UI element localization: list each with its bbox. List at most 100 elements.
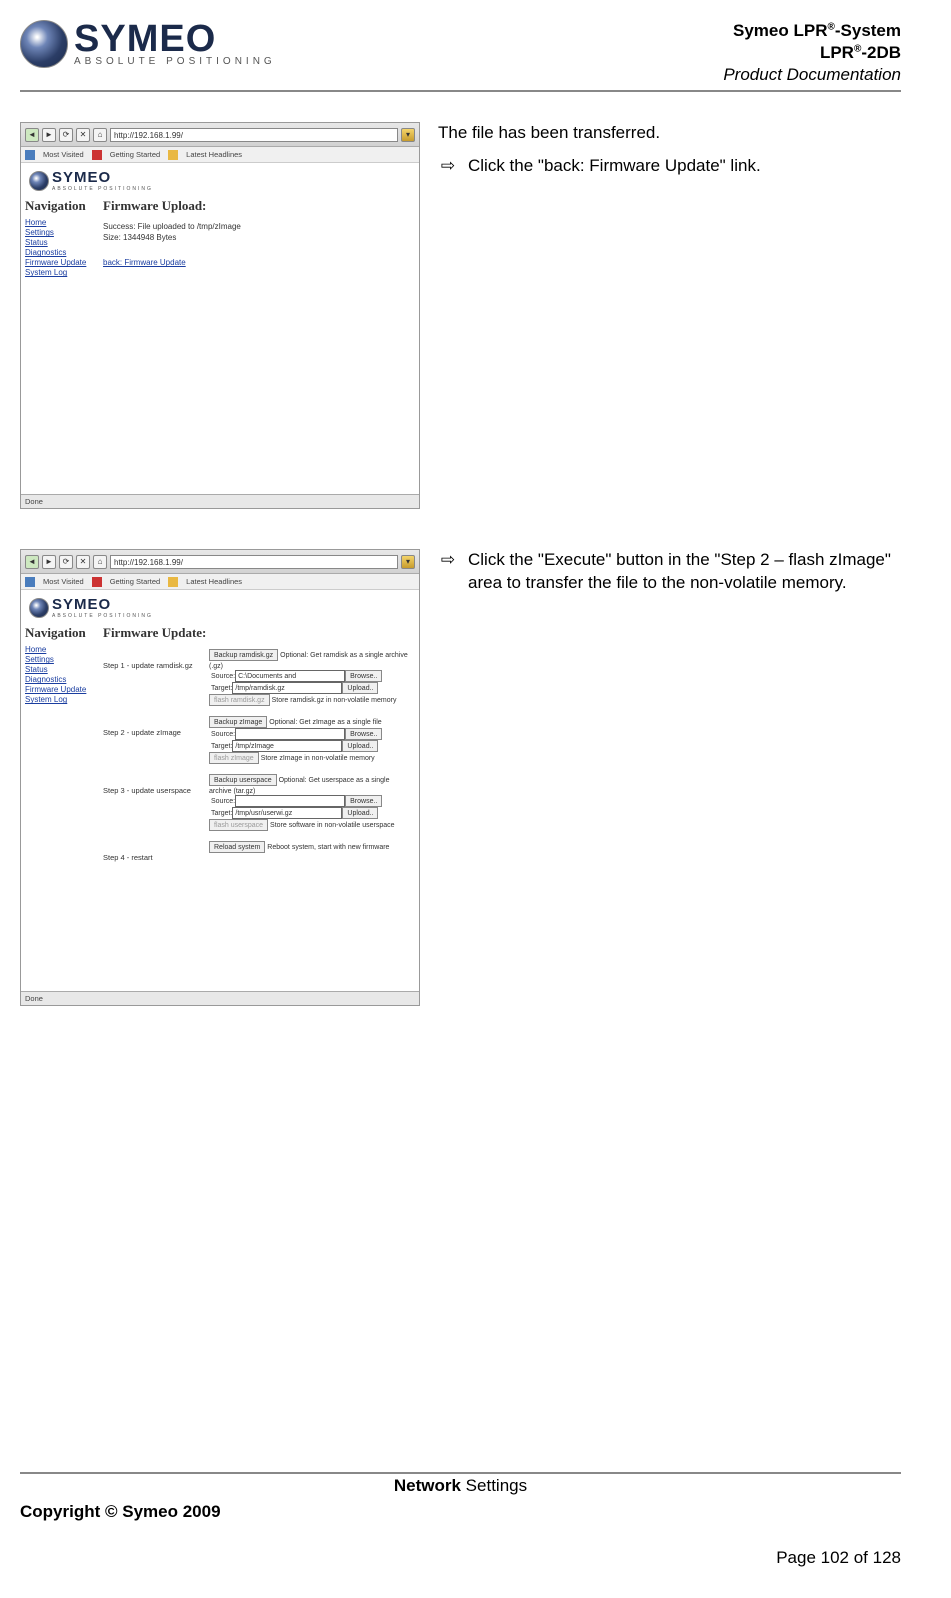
bookmark-icon [168,577,178,587]
source-input[interactable] [235,728,345,740]
bookmark-icon [92,150,102,160]
src-label: Source: [211,731,235,738]
back-link[interactable]: back: Firmware Update [103,258,186,267]
nav-settings[interactable]: Settings [25,228,93,237]
upload-button[interactable]: Upload.. [342,740,378,752]
bm-most[interactable]: Most Visited [43,577,84,586]
site-logo-bar: SYMEO ABSOLUTE POSITIONING [21,163,419,194]
upload-success-msg: Success: File uploaded to /tmp/zImage [103,222,413,231]
bookmark-icon [92,577,102,587]
nav-home[interactable]: Home [25,645,93,654]
footer-section-rest: Settings [461,1476,527,1495]
main-panel: Firmware Update: Step 1 - update ramdisk… [97,621,419,991]
tgt-label: Target: [211,743,232,750]
main-panel: Firmware Upload: Success: File uploaded … [97,194,419,494]
step-label: Step 4 - restart [103,841,203,862]
flash-ramdisk-button[interactable]: flash ramdisk.gz [209,694,270,706]
target-input[interactable]: /tmp/usr/userwi.gz [232,807,342,819]
logo-name: SYMEO [74,22,276,56]
nav-home[interactable]: Home [25,218,93,227]
page-body: Navigation Home Settings Status Diagnost… [21,621,419,991]
nav-status[interactable]: Status [25,665,93,674]
logo-text: SYMEO ABSOLUTE POSITIONING [74,22,276,67]
dropdown-icon[interactable]: ▾ [401,555,415,569]
browse-button[interactable]: Browse.. [345,795,382,807]
flash-zimage-button[interactable]: flash zImage [209,752,259,764]
footer-rule [20,1472,901,1474]
opt-text: Optional: Get zImage as a single file [269,719,381,726]
browse-button[interactable]: Browse.. [345,728,382,740]
sidebar-nav: Navigation Home Settings Status Diagnost… [21,621,97,991]
reload-icon[interactable]: ⟳ [59,555,73,569]
bm-getting[interactable]: Getting Started [110,150,160,159]
bm-most[interactable]: Most Visited [43,150,84,159]
nav-diagnostics[interactable]: Diagnostics [25,248,93,257]
nav-back-icon[interactable]: ◄ [25,555,39,569]
bookmark-bar: Most Visited Getting Started Latest Head… [21,147,419,163]
nav-fwd-icon[interactable]: ► [42,555,56,569]
footer-copyright: Copyright © Symeo 2009 [20,1502,901,1522]
title-2b: -2DB [861,43,901,62]
backup-ramdisk-button[interactable]: Backup ramdisk.gz [209,649,278,661]
step-3: Step 3 - update userspace Backup userspa… [103,774,413,831]
site-logo-bar: SYMEO ABSOLUTE POSITIONING [21,590,419,621]
stop-icon[interactable]: ✕ [76,555,90,569]
nav-fwd-icon[interactable]: ► [42,128,56,142]
bm-latest[interactable]: Latest Headlines [186,577,242,586]
instr-text: The file has been transferred. [438,122,901,145]
footer-section-bold: Network [394,1476,461,1495]
site-logo-tag: ABSOLUTE POSITIONING [52,613,153,619]
backup-zimage-button[interactable]: Backup zImage [209,716,267,728]
screenshot-firmware-update: ◄ ► ⟳ ✕ ⌂ http://192.168.1.99/ ▾ Most Vi… [20,549,420,1006]
reload-system-button[interactable]: Reload system [209,841,265,853]
instruction-block-2: ⇨ Click the "Execute" button in the "Ste… [438,549,901,1006]
home-icon[interactable]: ⌂ [93,555,107,569]
stop-icon[interactable]: ✕ [76,128,90,142]
url-bar[interactable]: http://192.168.1.99/ [110,555,398,569]
step-4: Step 4 - restart Reload systemReboot sys… [103,841,413,862]
step-label: Step 1 - update ramdisk.gz [103,649,203,670]
page-body: Navigation Home Settings Status Diagnost… [21,194,419,494]
backup-userspace-button[interactable]: Backup userspace [209,774,277,786]
document-title: Symeo LPR®-System LPR®-2DB Product Docum… [723,20,901,86]
footer-page-number: Page 102 of 128 [20,1548,901,1568]
upload-size: Size: 1344948 Bytes [103,233,413,242]
site-logo-name: SYMEO [52,169,153,186]
title-3: Product Documentation [723,64,901,86]
logo-block: SYMEO ABSOLUTE POSITIONING [20,20,276,68]
nav-diagnostics[interactable]: Diagnostics [25,675,93,684]
url-bar[interactable]: http://192.168.1.99/ [110,128,398,142]
dropdown-icon[interactable]: ▾ [401,128,415,142]
nav-status[interactable]: Status [25,238,93,247]
page-footer: Network Settings Copyright © Symeo 2009 … [20,1472,901,1568]
browse-button[interactable]: Browse.. [345,670,382,682]
content-row-2: ◄ ► ⟳ ✕ ⌂ http://192.168.1.99/ ▾ Most Vi… [20,549,901,1006]
nav-syslog[interactable]: System Log [25,268,93,277]
nav-back-icon[interactable]: ◄ [25,128,39,142]
upload-button[interactable]: Upload.. [342,807,378,819]
reload-icon[interactable]: ⟳ [59,128,73,142]
source-input[interactable]: C:\Documents and Settings\prausd [235,670,345,682]
bm-latest[interactable]: Latest Headlines [186,150,242,159]
instr-arrow-line: ⇨ Click the "Execute" button in the "Ste… [438,549,901,595]
home-icon[interactable]: ⌂ [93,128,107,142]
browser-status: Done [21,991,419,1005]
arrow-icon: ⇨ [438,155,458,178]
nav-heading: Navigation [25,198,93,214]
flash-userspace-button[interactable]: flash userspace [209,819,268,831]
store-text: Store zImage in non-volatile memory [261,755,375,762]
title-1a: Symeo LPR [733,21,827,40]
bm-getting[interactable]: Getting Started [110,577,160,586]
target-input[interactable]: /tmp/ramdisk.gz [232,682,342,694]
target-input[interactable]: /tmp/zImage [232,740,342,752]
nav-syslog[interactable]: System Log [25,695,93,704]
nav-settings[interactable]: Settings [25,655,93,664]
logo-icon [20,20,68,68]
browser-toolbar: ◄ ► ⟳ ✕ ⌂ http://192.168.1.99/ ▾ [21,550,419,574]
nav-firmware[interactable]: Firmware Update [25,685,93,694]
nav-firmware[interactable]: Firmware Update [25,258,93,267]
site-logo-icon [29,171,49,191]
step-1: Step 1 - update ramdisk.gz Backup ramdis… [103,649,413,706]
upload-button[interactable]: Upload.. [342,682,378,694]
source-input[interactable] [235,795,345,807]
